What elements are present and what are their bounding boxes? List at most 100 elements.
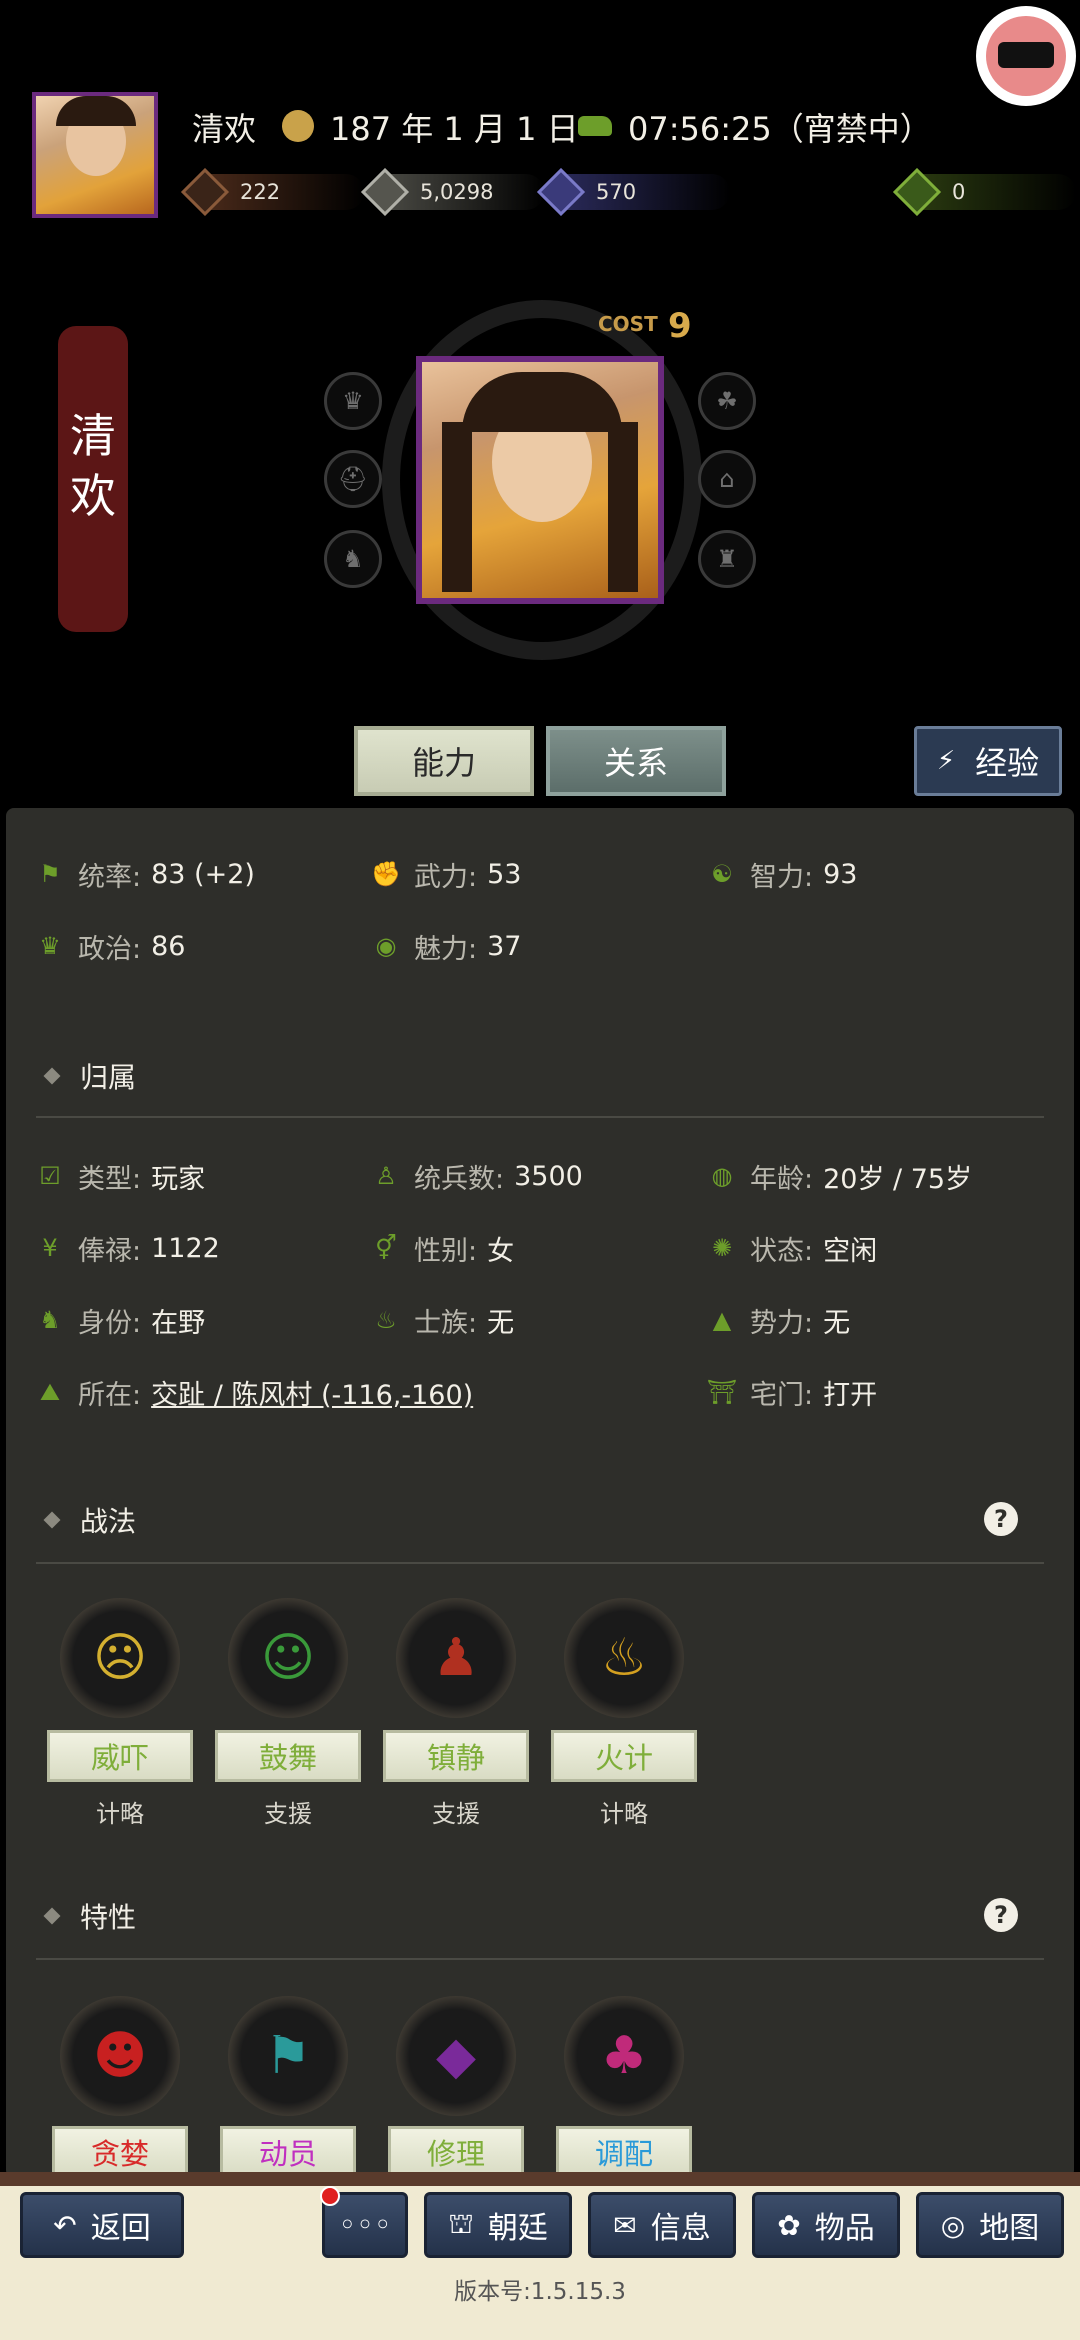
trait-repair-icon[interactable]: ◆ bbox=[396, 1996, 516, 2116]
copper-value: 222 bbox=[240, 180, 281, 204]
cost-label: COST bbox=[598, 312, 658, 336]
tactic-intimidate-icon[interactable]: ☹ bbox=[60, 1598, 180, 1718]
divider bbox=[36, 1562, 1044, 1564]
player-avatar[interactable] bbox=[32, 92, 158, 218]
horse-slot-icon[interactable]: ♞ bbox=[324, 530, 382, 588]
items-button[interactable]: ✿ 物品 bbox=[752, 2192, 900, 2258]
hat-slot-icon[interactable]: ⌂ bbox=[698, 450, 756, 508]
more-dots-icon: ◦◦◦ bbox=[338, 2207, 392, 2243]
gender-icon: ⚥ bbox=[375, 1234, 397, 1262]
diamond-icon bbox=[43, 1067, 61, 1085]
age-icon: ◍ bbox=[711, 1162, 733, 1190]
infinity-icon bbox=[998, 42, 1054, 68]
ability-panel bbox=[6, 808, 1074, 2178]
crown-slot-icon[interactable]: ♛ bbox=[324, 372, 382, 430]
traits-help-button[interactable]: ? bbox=[984, 1898, 1018, 1932]
record-toggle-button[interactable] bbox=[976, 6, 1076, 106]
character-portrait[interactable] bbox=[416, 356, 664, 604]
muscle-icon: ✊ bbox=[371, 860, 401, 888]
identity-icon: ♞ bbox=[39, 1306, 61, 1334]
trait-mobilize-label[interactable]: 动员 bbox=[220, 2126, 356, 2178]
flag-icon: ⚑ bbox=[39, 860, 61, 888]
tactic-fire-type: 计略 bbox=[600, 1800, 648, 1828]
tactic-fire-icon[interactable]: ♨ bbox=[564, 1598, 684, 1718]
attr-intelligence: ☯ 智力: 93 bbox=[708, 854, 857, 894]
tactic-fire-label[interactable]: 火计 bbox=[551, 1730, 697, 1782]
lightning-icon: ⚡ bbox=[936, 746, 956, 776]
resource-strength: 570 bbox=[536, 167, 730, 217]
cost-value: 9 bbox=[668, 306, 692, 346]
diamond-icon bbox=[43, 1907, 61, 1925]
trait-mobilize-icon[interactable]: ⚑ bbox=[228, 1996, 348, 2116]
info-troops: ♙ 统兵数: 3500 bbox=[372, 1156, 583, 1196]
crown-icon: ♛ bbox=[39, 932, 61, 960]
back-button[interactable]: ↶ 返回 bbox=[20, 2192, 184, 2258]
info-status: ✺ 状态: 空闲 bbox=[708, 1228, 877, 1268]
back-arrow-icon: ↶ bbox=[53, 2208, 77, 2242]
experience-label: 经验 bbox=[975, 744, 1040, 782]
info-gender: ⚥ 性别: 女 bbox=[372, 1228, 514, 1268]
bottom-nav-border bbox=[0, 2172, 1080, 2186]
tactic-intimidate-type: 计略 bbox=[96, 1800, 144, 1828]
silver-value: 5,0298 bbox=[420, 180, 494, 204]
diamond-icon bbox=[43, 1511, 61, 1529]
divider bbox=[36, 1958, 1044, 1960]
info-type: ☑ 类型: 玩家 bbox=[36, 1156, 205, 1196]
eye-icon: ◉ bbox=[375, 932, 397, 960]
mountain-icon: ⛰ bbox=[39, 1378, 61, 1406]
info-clan: ♨ 士族: 无 bbox=[372, 1300, 514, 1340]
status-icon: ✺ bbox=[711, 1234, 733, 1262]
trait-allocate-icon[interactable]: ♣ bbox=[564, 1996, 684, 2116]
tactic-calm-icon[interactable]: ♟ bbox=[396, 1598, 516, 1718]
helmet-slot-icon[interactable]: ⛑ bbox=[324, 450, 382, 508]
info-gate: ⛩ 宅门: 打开 bbox=[706, 1378, 878, 1411]
notification-dot bbox=[320, 2186, 340, 2206]
silver-ingot-icon bbox=[360, 167, 410, 217]
copper-coin-icon bbox=[180, 167, 230, 217]
tactic-inspire-label[interactable]: 鼓舞 bbox=[215, 1730, 361, 1782]
section-traits: 特性 bbox=[36, 1896, 136, 1936]
tab-relation[interactable]: 关系 bbox=[546, 726, 726, 796]
tactic-intimidate-label[interactable]: 威吓 bbox=[47, 1730, 193, 1782]
faction-icon: ▲ bbox=[712, 1306, 732, 1334]
attr-force: ✊ 武力: 53 bbox=[371, 858, 522, 893]
brain-icon: ☯ bbox=[711, 860, 733, 888]
attr-charm: ◉ 魅力: 37 bbox=[372, 926, 522, 966]
clan-icon: ♨ bbox=[375, 1306, 397, 1334]
player-name: 清欢 bbox=[192, 110, 257, 148]
map-button[interactable]: ◎ 地图 bbox=[916, 2192, 1064, 2258]
trait-greed-icon[interactable]: ☻ bbox=[60, 1996, 180, 2116]
tab-ability[interactable]: 能力 bbox=[354, 726, 534, 796]
tactic-calm-label[interactable]: 镇静 bbox=[383, 1730, 529, 1782]
divider bbox=[36, 1116, 1044, 1118]
calendar-icon bbox=[282, 110, 314, 142]
graduation-cap-slot-icon[interactable]: ♜ bbox=[698, 530, 756, 588]
yen-icon: ¥ bbox=[42, 1234, 58, 1262]
attr-politics: ♛ 政治: 86 bbox=[36, 926, 185, 966]
trait-repair-label[interactable]: 修理 bbox=[388, 2126, 524, 2178]
chat-bubble-icon: ✉ bbox=[613, 2208, 637, 2242]
trait-allocate-label[interactable]: 调配 bbox=[556, 2126, 692, 2178]
tactic-inspire-icon[interactable]: ☺ bbox=[228, 1598, 348, 1718]
trait-greed-label[interactable]: 贪婪 bbox=[52, 2126, 188, 2178]
hand-plant-slot-icon[interactable]: ☘ bbox=[698, 372, 756, 430]
game-time: 07:56:25（宵禁中） bbox=[628, 110, 932, 148]
tactic-calm-type: 支援 bbox=[432, 1800, 480, 1828]
money-bag-icon bbox=[892, 167, 942, 217]
section-affiliation: 归属 bbox=[36, 1056, 136, 1096]
gate-icon: ⛩ bbox=[706, 1378, 738, 1406]
experience-button[interactable]: ⚡ 经验 bbox=[914, 726, 1062, 796]
info-age: ◍ 年龄: 20岁 / 75岁 bbox=[708, 1156, 973, 1196]
tactic-inspire-type: 支援 bbox=[264, 1800, 312, 1828]
money-bag-value: 0 bbox=[952, 180, 966, 204]
info-button[interactable]: ✉ 信息 bbox=[588, 2192, 736, 2258]
court-button[interactable]: ⛫ 朝廷 bbox=[424, 2192, 572, 2258]
section-tactics: 战法 bbox=[36, 1500, 136, 1540]
resource-money-bag: 0 bbox=[892, 167, 1076, 217]
tactics-help-button[interactable]: ? bbox=[984, 1502, 1018, 1536]
bag-icon: ✿ bbox=[777, 2208, 801, 2242]
attr-command: ⚑ 统率: 83 (+2) bbox=[36, 854, 255, 894]
game-date: 187 年 1 月 1 日 bbox=[330, 110, 579, 148]
strength-value: 570 bbox=[596, 180, 637, 204]
location-link[interactable]: 交趾 / 陈风村 (-116,-160) bbox=[151, 1373, 473, 1412]
